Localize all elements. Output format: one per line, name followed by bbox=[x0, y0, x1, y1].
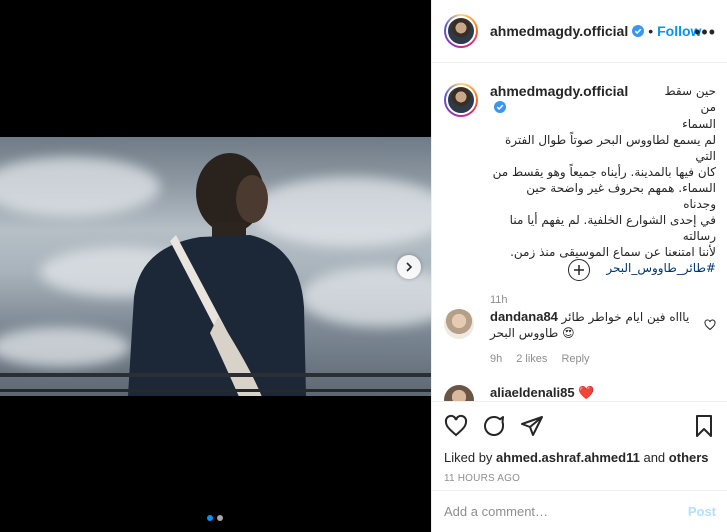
comment-username[interactable]: dandana84 bbox=[490, 309, 558, 324]
railing bbox=[0, 373, 431, 377]
save-bookmark-icon[interactable] bbox=[692, 414, 716, 438]
comment-time: 9h bbox=[490, 353, 503, 365]
caption-hashtag[interactable]: #طائر_طاووس_البحر bbox=[490, 260, 716, 276]
liked-by-user[interactable]: ahmed.ashraf.ahmed11 bbox=[496, 450, 640, 465]
carousel-next-button[interactable] bbox=[397, 255, 421, 279]
caption-line: كان فيها بالمدينة. رأيناه جميعاً وهو يقس… bbox=[492, 165, 716, 179]
liked-by-and: and bbox=[643, 450, 666, 465]
caption-line: لم يسمع لطاووس البحر صوتاً طوال الفترة ا… bbox=[504, 133, 716, 163]
more-options-icon[interactable]: ••• bbox=[694, 22, 716, 43]
carousel-dots bbox=[207, 515, 223, 521]
post-header: ahmedmagdy.official • Follow ••• bbox=[432, 0, 727, 63]
post-comment-button[interactable]: Post bbox=[688, 504, 716, 519]
comment-avatar[interactable] bbox=[444, 309, 474, 339]
comments-scroll[interactable]: ahmedmagdy.official حين سقط من السماء لم… bbox=[432, 63, 727, 401]
caption-line: السماء bbox=[682, 117, 716, 131]
comment-bubble-icon[interactable] bbox=[482, 414, 506, 438]
post-media[interactable] bbox=[0, 0, 431, 532]
comment-input[interactable] bbox=[444, 504, 688, 519]
avatar[interactable] bbox=[444, 14, 478, 48]
verified-badge-icon bbox=[632, 25, 645, 37]
liked-by-summary: Liked by ahmed.ashraf.ahmed11 and others bbox=[444, 450, 716, 465]
caption-line: لأننا امتنعنا عن سماع الموسيقى منذ زمن. bbox=[510, 245, 716, 259]
comment-reply-button[interactable]: Reply bbox=[561, 351, 589, 367]
post-timestamp[interactable]: 11 HOURS AGO bbox=[444, 473, 716, 484]
post-actions: Liked by ahmed.ashraf.ahmed11 and others… bbox=[432, 401, 727, 484]
caption-line: في إحدى الشوارع الخلفية. لم يفهم أيا منا… bbox=[509, 213, 716, 243]
post-photo bbox=[0, 137, 431, 396]
carousel-dot-active bbox=[207, 515, 213, 521]
caption-username[interactable]: ahmedmagdy.official bbox=[490, 83, 628, 99]
add-comment-bar: Post bbox=[432, 490, 727, 532]
post-side-panel: ahmedmagdy.official • Follow ••• ahmedma… bbox=[431, 0, 727, 532]
verified-badge-icon bbox=[494, 101, 506, 113]
caption-time: 11h bbox=[490, 294, 508, 306]
comment-avatar[interactable] bbox=[444, 385, 474, 401]
comment-item: dandana84 ياااه فين ايام خواطر طائر طاوو… bbox=[444, 309, 716, 367]
comment-text: ❤️ bbox=[578, 385, 595, 400]
share-send-icon[interactable] bbox=[520, 414, 544, 438]
chevron-right-icon bbox=[406, 262, 413, 272]
comment-item: aliaeldenali85 ❤️ bbox=[444, 385, 716, 401]
comment-username[interactable]: aliaeldenali85 bbox=[490, 385, 575, 400]
caption-line: السماء. همهم بحروف غير واضحة حين وجدناه bbox=[526, 181, 716, 211]
author-username[interactable]: ahmedmagdy.official bbox=[490, 23, 628, 39]
caption-line: حين سقط من bbox=[664, 84, 716, 114]
carousel-dot bbox=[217, 515, 223, 521]
caption-avatar[interactable] bbox=[444, 83, 478, 117]
liked-by-prefix: Liked by bbox=[444, 450, 493, 465]
comment-like-heart-icon[interactable] bbox=[704, 319, 716, 331]
liked-by-others[interactable]: others bbox=[669, 450, 709, 465]
like-heart-icon[interactable] bbox=[444, 414, 468, 438]
comment-likes[interactable]: 2 likes bbox=[516, 351, 547, 367]
separator: • bbox=[648, 23, 654, 39]
man-silhouette bbox=[128, 153, 306, 396]
load-more-comments-icon[interactable] bbox=[568, 259, 590, 281]
